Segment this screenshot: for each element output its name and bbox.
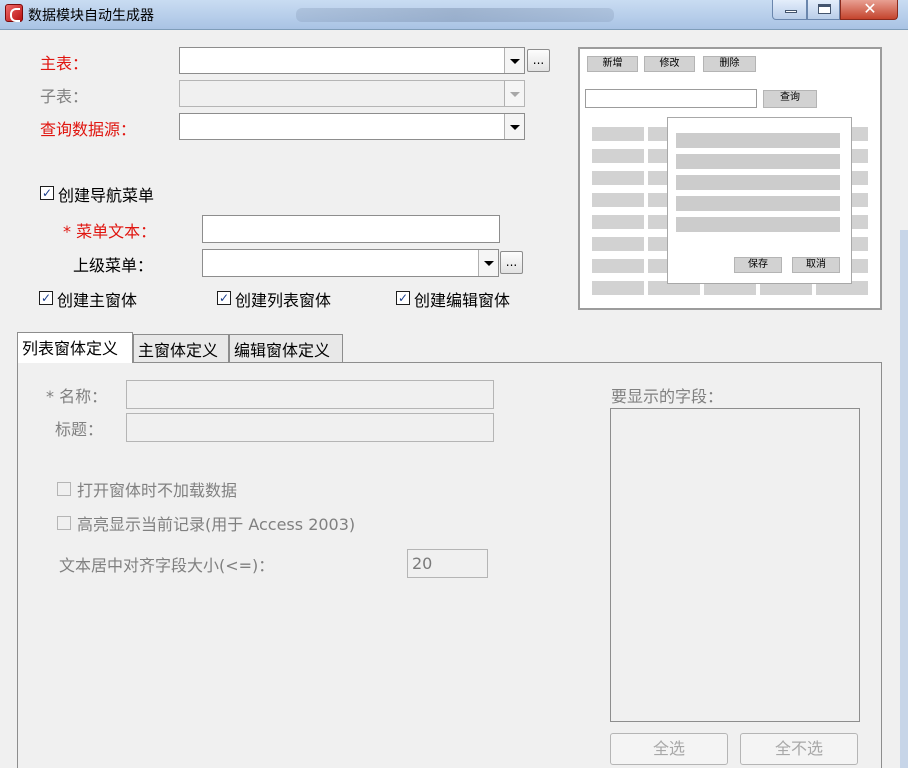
name-label: * 名称：	[46, 387, 108, 406]
maximize-button[interactable]	[807, 0, 840, 20]
tab-list-form-definition[interactable]: 列表窗体定义	[17, 332, 133, 363]
preview-grid-cell	[852, 259, 868, 273]
main-table-browse-button[interactable]: ...	[527, 49, 550, 72]
preview-grid-cell	[592, 171, 644, 185]
preview-grid-cell	[592, 281, 644, 295]
no-load-data-checkbox[interactable]	[57, 482, 71, 496]
create-edit-form-checkbox[interactable]: ✓	[396, 291, 410, 305]
blurred-title-text	[296, 8, 614, 22]
preview-dialog-field	[676, 217, 840, 232]
highlight-record-label: 高亮显示当前记录(用于 Access 2003)	[77, 515, 356, 534]
minimize-button[interactable]	[772, 0, 807, 20]
close-button[interactable]: ✕	[840, 0, 898, 20]
main-table-label: 主表：	[40, 54, 89, 73]
window-title: 数据模块自动生成器	[28, 8, 154, 24]
maximize-icon	[818, 4, 831, 14]
main-table-select[interactable]	[179, 47, 525, 74]
title-label: 标题：	[55, 420, 104, 439]
select-all-button[interactable]: 全选	[610, 733, 728, 765]
create-main-form-checkbox[interactable]: ✓	[39, 291, 53, 305]
preview-dialog-field	[676, 133, 840, 148]
title-input[interactable]	[126, 413, 494, 442]
preview-new-button: 新增	[587, 56, 638, 72]
preview-delete-button: 删除	[703, 56, 756, 72]
preview-grid-cell	[592, 127, 644, 141]
fields-to-display-label: 要显示的字段：	[611, 387, 724, 406]
chevron-down-icon[interactable]	[504, 48, 524, 73]
query-source-select[interactable]	[179, 113, 525, 140]
preview-dialog-field	[676, 154, 840, 169]
create-list-form-checkbox[interactable]: ✓	[217, 291, 231, 305]
preview-grid-cell	[592, 259, 644, 273]
preview-grid-cell	[852, 237, 868, 251]
preview-grid-cell	[592, 237, 644, 251]
create-nav-menu-label: 创建导航菜单	[58, 186, 155, 205]
center-align-size-label: 文本居中对齐字段大小(<=)：	[59, 556, 275, 575]
name-input[interactable]	[126, 380, 494, 409]
menu-text-input[interactable]	[202, 215, 500, 243]
parent-menu-label: 上级菜单：	[73, 256, 154, 275]
preview-grid-cell	[852, 193, 868, 207]
preview-dialog-field	[676, 196, 840, 211]
center-align-size-input[interactable]: 20	[407, 549, 488, 578]
fields-to-display-list[interactable]	[610, 408, 860, 722]
sub-table-label: 子表：	[40, 87, 89, 106]
preview-grid-cell	[852, 171, 868, 185]
parent-menu-select[interactable]	[202, 249, 499, 277]
preview-query-input	[585, 89, 757, 108]
close-icon: ✕	[863, 0, 877, 18]
create-nav-menu-checkbox[interactable]: ✓	[40, 186, 54, 200]
layout-preview: 新增 修改 删除 查询 保存 取消	[578, 47, 882, 310]
preview-dialog-field	[676, 175, 840, 190]
create-edit-form-label: 创建编辑窗体	[414, 291, 511, 310]
preview-grid-cell	[852, 127, 868, 141]
app-icon	[5, 4, 23, 22]
preview-grid-cell	[592, 149, 644, 163]
preview-grid-cell	[592, 193, 644, 207]
window-right-edge	[900, 230, 908, 768]
preview-grid-cell	[592, 215, 644, 229]
query-source-label: 查询数据源：	[40, 120, 137, 139]
preview-grid-cell	[852, 215, 868, 229]
sub-table-select[interactable]	[179, 80, 525, 107]
preview-cancel-button: 取消	[792, 257, 840, 273]
preview-query-button: 查询	[763, 90, 817, 108]
tab-edit-form-definition[interactable]: 编辑窗体定义	[229, 334, 343, 362]
tab-main-form-definition[interactable]: 主窗体定义	[133, 334, 229, 362]
preview-edit-button: 修改	[644, 56, 695, 72]
preview-grid-cell	[852, 149, 868, 163]
chevron-down-icon	[504, 81, 524, 106]
chevron-down-icon[interactable]	[504, 114, 524, 139]
title-bar: 数据模块自动生成器 ✕	[0, 0, 908, 30]
select-none-button[interactable]: 全不选	[740, 733, 858, 765]
chevron-down-icon[interactable]	[478, 250, 498, 276]
menu-text-label: * 菜单文本：	[63, 222, 157, 241]
preview-save-button: 保存	[734, 257, 782, 273]
create-list-form-label: 创建列表窗体	[235, 291, 332, 310]
highlight-record-checkbox[interactable]	[57, 516, 71, 530]
create-main-form-label: 创建主窗体	[57, 291, 138, 310]
preview-edit-dialog: 保存 取消	[667, 117, 852, 284]
no-load-data-label: 打开窗体时不加载数据	[77, 481, 238, 500]
minimize-icon	[785, 10, 797, 13]
parent-menu-browse-button[interactable]: ...	[500, 251, 523, 274]
